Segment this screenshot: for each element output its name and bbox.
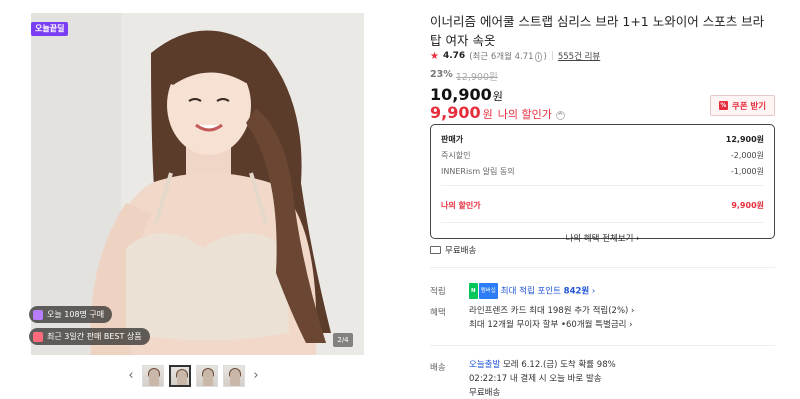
naverpay-icon: N xyxy=(469,283,478,299)
installment-benefit-link[interactable]: 최대 12개월 무이자 할부 •60개월 특별금리 › xyxy=(469,318,634,332)
points-value: 842원 xyxy=(563,286,590,297)
sales-count-pill: 오늘 108명 구매 xyxy=(29,306,113,323)
thumbnail-3[interactable] xyxy=(196,365,218,387)
free-shipping-text: 무료배송 xyxy=(445,246,477,256)
sales-count-text: 오늘 108명 구매 xyxy=(47,310,105,319)
gift-icon xyxy=(33,331,43,342)
sale-price-unit: 원 xyxy=(492,90,503,103)
sale-price-row: 판매가 12,900원 xyxy=(441,131,764,147)
benefit-lines: 라인프렌즈 카드 최대 198원 추가 적립(2%) › 최대 12개월 무이자… xyxy=(469,304,634,332)
original-price: 12,900원 xyxy=(455,72,498,83)
thumbnail-4[interactable] xyxy=(223,365,245,387)
points-text: 최대 적립 포인트 xyxy=(500,286,564,297)
coupon-button[interactable]: % 쿠폰 받기 xyxy=(710,95,775,116)
alarm-discount-amount: -1,000원 xyxy=(730,166,764,176)
my-price-row: 나의 할인가 9,900원 xyxy=(441,196,764,214)
star-icon: ★ xyxy=(430,50,439,62)
coupon-icon: % xyxy=(718,101,728,110)
sale-price: 10,900 원 xyxy=(430,85,503,104)
free-shipping-row: 무료배송 xyxy=(430,244,476,256)
next-image-button[interactable]: › xyxy=(250,365,262,387)
my-price-box-label: 나의 할인가 xyxy=(441,200,481,210)
my-price-unit: 원 xyxy=(482,108,493,121)
card-benefit-link[interactable]: 라인프렌즈 카드 최대 198원 추가 적립(2%) › xyxy=(469,304,634,318)
benefit-label: 혜택 xyxy=(430,308,446,318)
cart-icon xyxy=(33,309,43,320)
product-photo-illustration xyxy=(31,13,364,355)
info-icon: i xyxy=(534,52,543,62)
rating-score: 4.76 xyxy=(442,51,466,61)
alarm-discount-row: INNERism 알림 동의 -1,000원 xyxy=(441,163,764,179)
instant-discount-row: 즉시할인 -2,000원 xyxy=(441,147,764,163)
membership-icon: 멤버십 xyxy=(478,283,498,299)
alarm-discount-label: INNERism 알림 동의 xyxy=(441,166,515,176)
discount-rate: 23% xyxy=(430,69,453,80)
divider xyxy=(430,267,775,268)
instant-discount-label: 즉시할인 xyxy=(441,150,471,160)
my-price-value: 9,900 xyxy=(430,103,481,122)
discount-row: 23% 12,900원 xyxy=(430,69,498,83)
today-deal-badge: 오늘끝딜 xyxy=(31,22,69,36)
my-price-label: 나의 할인가 xyxy=(497,108,552,121)
delivery-label: 배송 xyxy=(430,363,446,373)
divider: | xyxy=(550,51,554,61)
my-discount-price[interactable]: 9,900 원 나의 할인가 ^ xyxy=(430,103,565,122)
sale-price-value: 10,900 xyxy=(430,85,492,104)
product-title: 이너리즘 에어쿨 스트랩 심리스 브라 1+1 노와이어 스포츠 브라탑 여자 … xyxy=(430,14,765,48)
coupon-button-label: 쿠폰 받기 xyxy=(731,101,767,112)
sale-price-amount: 12,900원 xyxy=(725,134,764,144)
view-all-benefits-link[interactable]: 나의 혜택 전체보기 › xyxy=(441,222,764,244)
best-seller-text: 최근 3일간 판매 BEST 상품 xyxy=(47,332,142,341)
instant-discount-amount: -2,000원 xyxy=(730,150,764,160)
chevron-up-icon[interactable]: ^ xyxy=(555,111,565,120)
rating-row: ★ 4.76 (최근 6개월 4.71 i) | 555건 리뷰 xyxy=(430,50,600,62)
arrival-estimate: 모레 6.12.(금) 도착 확률 98% xyxy=(500,360,616,370)
best-seller-pill: 최근 3일간 판매 BEST 상품 xyxy=(29,328,150,345)
recent-rating: (최근 6개월 4.71 i) xyxy=(469,52,547,62)
points-row[interactable]: N 멤버십 최대 적립 포인트 842원 › xyxy=(469,283,595,299)
review-count-link[interactable]: 555건 리뷰 xyxy=(558,50,600,62)
thumbnail-2[interactable] xyxy=(169,365,191,387)
delivery-free-text: 무료배송 xyxy=(469,388,501,398)
prev-image-button[interactable]: ‹ xyxy=(125,365,137,387)
thumbnail-strip: ‹ › xyxy=(125,365,262,387)
dispatch-countdown: 02:22:17 내 결제 시 오늘 바로 발송 xyxy=(469,374,602,384)
truck-icon xyxy=(430,246,441,254)
my-price-box-amount: 9,900원 xyxy=(731,200,764,210)
image-counter: 2/4 xyxy=(333,333,353,347)
points-label: 적립 xyxy=(430,287,446,297)
sale-price-label: 판매가 xyxy=(441,134,464,144)
product-main-image[interactable] xyxy=(31,13,364,355)
divider xyxy=(430,345,775,346)
today-dispatch-text: 오늘출발 xyxy=(469,360,501,370)
delivery-info: 오늘출발 모레 6.12.(금) 도착 확률 98% 02:22:17 내 결제… xyxy=(469,358,616,399)
price-breakdown-box: 판매가 12,900원 즉시할인 -2,000원 INNERism 알림 동의 … xyxy=(430,124,775,244)
thumbnail-1[interactable] xyxy=(142,365,164,387)
